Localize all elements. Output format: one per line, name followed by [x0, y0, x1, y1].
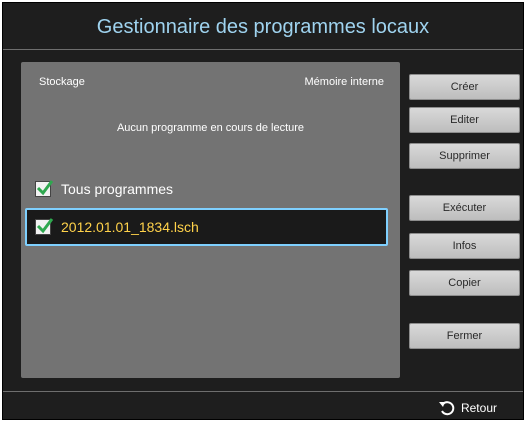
check-icon	[36, 218, 54, 234]
close-button[interactable]: Fermer	[409, 323, 520, 349]
dialog: Gestionnaire des programmes locaux Stock…	[2, 2, 524, 420]
return-arrow-icon	[438, 401, 455, 416]
create-button[interactable]: Créer	[409, 74, 520, 100]
edit-button[interactable]: Editer	[409, 107, 520, 133]
title-divider	[3, 49, 523, 50]
check-icon	[36, 180, 54, 196]
info-button[interactable]: Infos	[409, 233, 520, 259]
storage-value: Mémoire interne	[304, 76, 384, 88]
checkbox-all-programs[interactable]	[35, 180, 54, 197]
storage-label: Stockage	[39, 76, 85, 88]
delete-button[interactable]: Supprimer	[409, 143, 520, 169]
list-item-program-file[interactable]: 2012.01.01_1834.lsch	[25, 208, 388, 246]
program-file-label: 2012.01.01_1834.lsch	[61, 219, 199, 235]
footer-divider	[3, 391, 523, 392]
checkbox-program-file[interactable]	[35, 218, 54, 235]
program-list-panel: Stockage Mémoire interne Aucun programme…	[21, 62, 400, 378]
copy-button[interactable]: Copier	[409, 270, 520, 296]
list-item-all-programs[interactable]: Tous programmes	[35, 178, 173, 200]
back-label: Retour	[460, 401, 497, 415]
run-button[interactable]: Exécuter	[409, 195, 520, 221]
dialog-title: Gestionnaire des programmes locaux	[96, 16, 430, 38]
playback-status: Aucun programme en cours de lecture	[116, 122, 305, 134]
all-programs-label: Tous programmes	[61, 181, 174, 197]
back-button[interactable]: Retour	[438, 396, 497, 420]
